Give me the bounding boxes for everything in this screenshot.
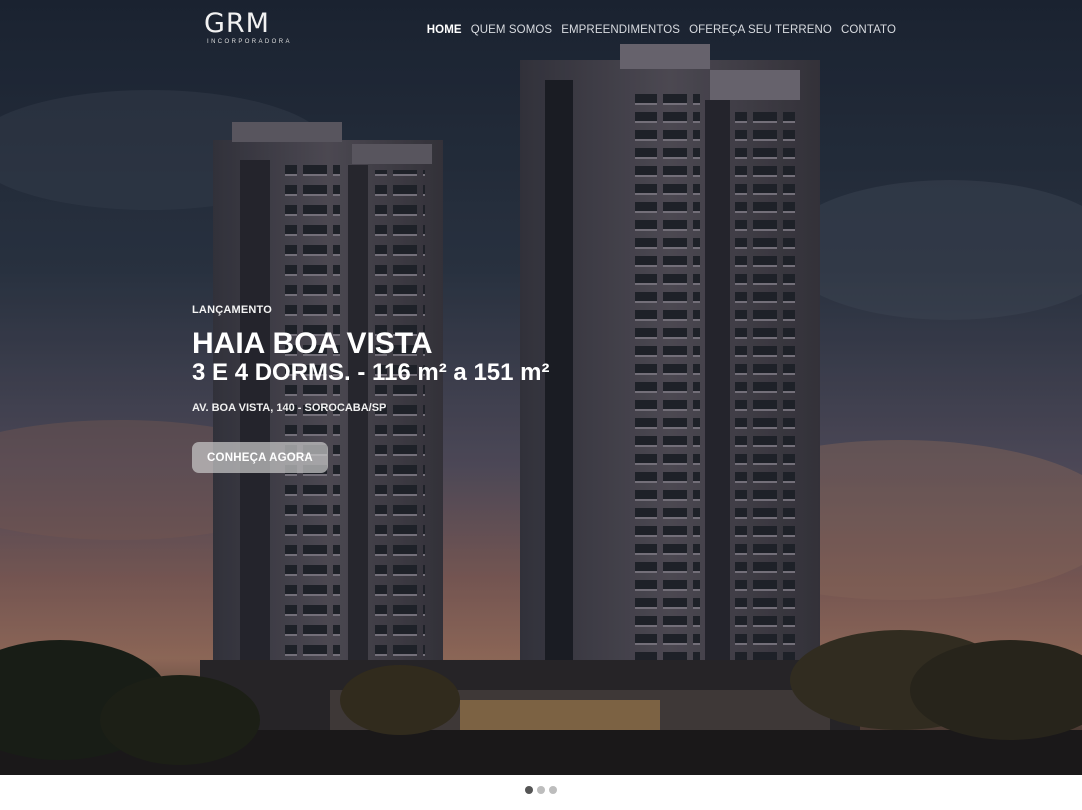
logo-wordmark: GRM [204,8,270,39]
hero-caption: LANÇAMENTO HAIA BOA VISTA 3 E 4 DORMS. -… [192,304,549,414]
logo-tagline: INCORPORADORA [207,39,292,45]
nav-item-home[interactable]: HOME [427,24,462,36]
hero-tag: LANÇAMENTO [192,304,273,316]
slider-dots [525,786,557,794]
hero-title: HAIA BOA VISTA [192,327,433,360]
nav-item-quem-somos[interactable]: QUEM SOMOS [471,24,553,36]
cta-button[interactable]: CONHEÇA AGORA [192,442,328,473]
main-nav: HOME QUEM SOMOS EMPREENDIMENTOS OFEREÇA … [427,24,896,36]
nav-item-empreendimentos[interactable]: EMPREENDIMENTOS [561,24,680,36]
brand-logo[interactable]: GRM INCORPORADORA [204,10,294,46]
nav-item-contato[interactable]: CONTATO [841,24,896,36]
slider-dot-3[interactable] [549,786,557,794]
hero-address: AV. BOA VISTA, 140 - SOROCABA/SP [192,402,387,414]
hero-subtitle: 3 E 4 DORMS. - 116 m² a 151 m² [192,359,550,386]
slider-dot-2[interactable] [537,786,545,794]
nav-item-ofereca-seu-terreno[interactable]: OFEREÇA SEU TERRENO [689,24,832,36]
slider-dot-1[interactable] [525,786,533,794]
hero-banner: GRM INCORPORADORA HOME QUEM SOMOS EMPREE… [0,0,1082,775]
